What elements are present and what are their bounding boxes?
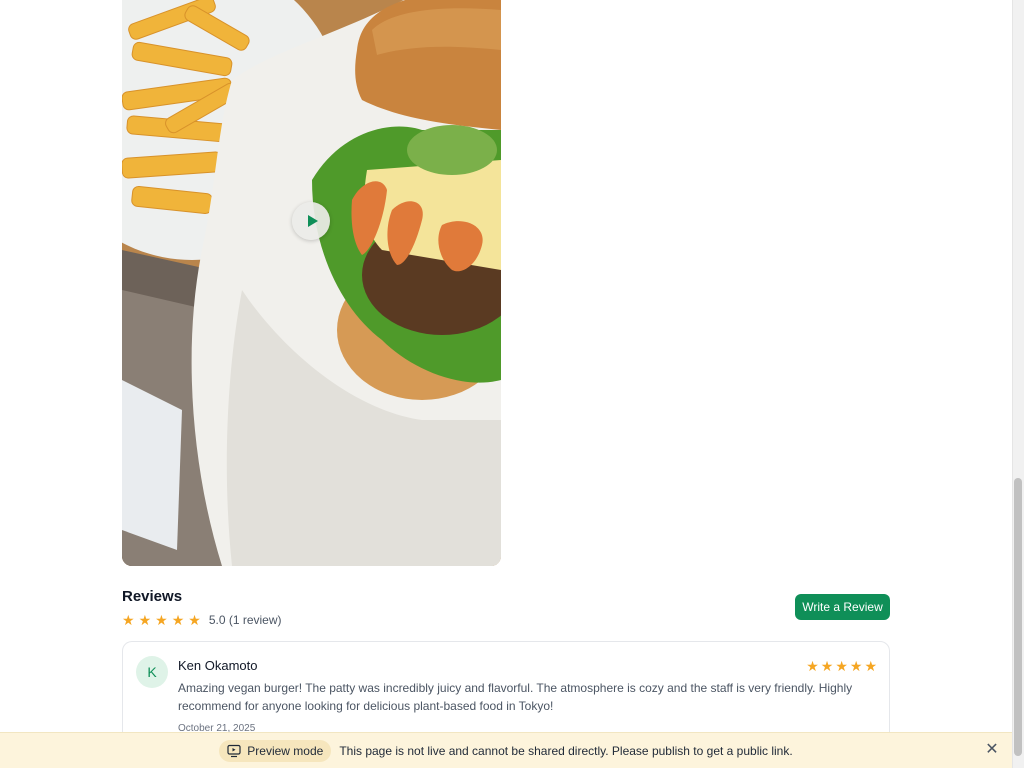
- star-icon: ★: [820, 658, 834, 674]
- preview-mode-badge: Preview mode: [219, 739, 332, 762]
- burger-photo: [122, 0, 501, 566]
- star-icon: ★: [849, 658, 863, 674]
- star-icon: ★: [122, 612, 135, 628]
- avatar: K: [136, 656, 168, 688]
- preview-banner: Preview mode This page is not live and c…: [0, 732, 1012, 768]
- star-icon: ★: [171, 612, 185, 628]
- monitor-icon: [227, 744, 241, 758]
- review-rating: ★ ★ ★ ★ ★: [806, 658, 877, 674]
- star-icon: ★: [188, 612, 201, 628]
- write-review-button[interactable]: Write a Review: [795, 594, 890, 620]
- star-icon: ★: [806, 658, 819, 674]
- rating-summary: 5.0 (1 review): [208, 613, 282, 627]
- star-icon: ★: [864, 658, 877, 674]
- play-icon: [307, 215, 318, 227]
- scrollbar-thumb[interactable]: [1014, 478, 1022, 756]
- star-icon: ★: [835, 658, 848, 674]
- video-thumbnail[interactable]: [122, 0, 501, 566]
- star-icon: ★: [155, 612, 168, 628]
- average-rating: ★ ★ ★ ★ ★ 5.0 (1 review): [122, 612, 282, 628]
- banner-message: This page is not live and cannot be shar…: [339, 743, 793, 758]
- review-text: Amazing vegan burger! The patty was incr…: [178, 681, 853, 713]
- preview-mode-label: Preview mode: [247, 743, 324, 758]
- star-icon: ★: [138, 612, 152, 628]
- scrollbar[interactable]: [1012, 0, 1024, 768]
- reviews-heading: Reviews: [122, 588, 183, 605]
- close-icon[interactable]: ✕: [984, 742, 1000, 758]
- reviewer-name: Ken Okamoto: [178, 658, 258, 673]
- play-button[interactable]: [292, 202, 330, 240]
